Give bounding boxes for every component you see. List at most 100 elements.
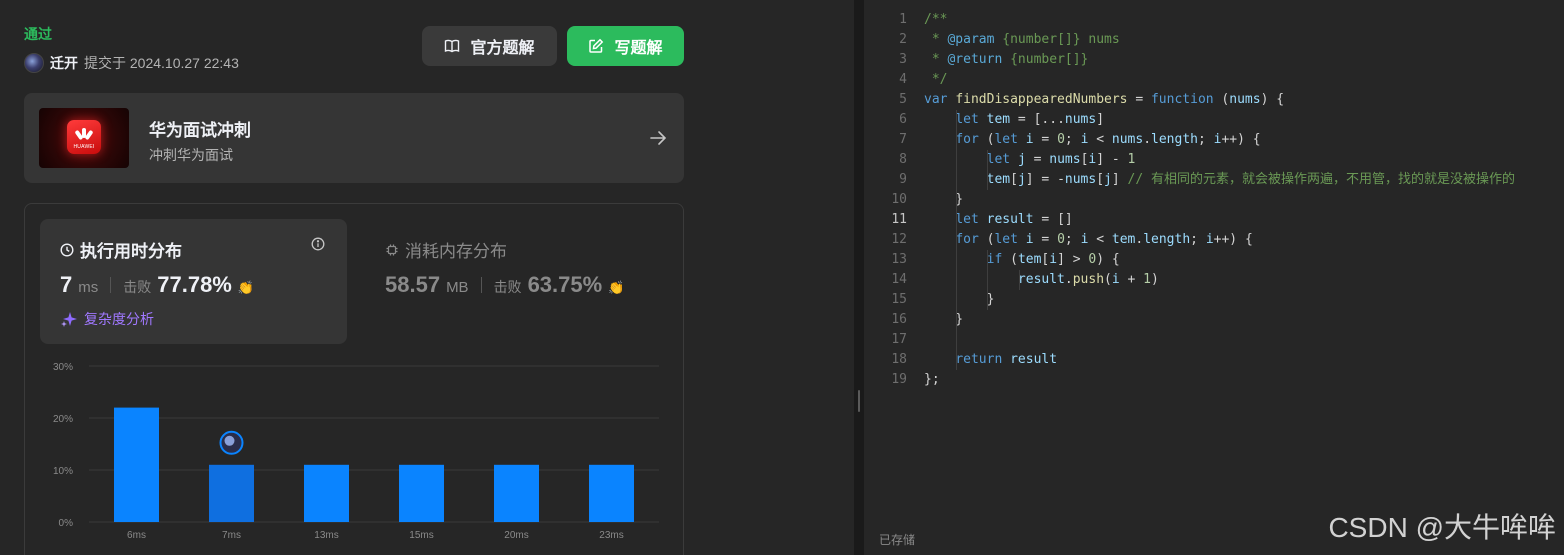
avatar[interactable] [24,53,44,73]
runtime-beat-percent: 77.78% [157,272,232,297]
resize-handle[interactable] [858,390,860,412]
line-number: 7 [899,132,907,147]
code-text: result.push(i + 1) [1017,272,1159,287]
clock-icon [60,242,74,257]
user-name[interactable]: 迁开 [50,53,78,73]
code-text: } [924,192,964,207]
clap-icon: 👏 [237,280,255,295]
runtime-card[interactable]: 执行用时分布 7 ms 击败 77.78% 👏 复杂度分析 [40,219,347,344]
line-number: 16 [891,312,907,327]
code-text: for (let i = 0; i < nums.length; i++) { [955,132,1261,147]
memory-beat-label: 击败 [493,279,522,295]
code-editor[interactable]: 1 /** 2 * @param {number[]} nums 3 * @retur… [864,0,1564,555]
memory-unit: MB [446,279,469,296]
indent-guide [987,250,988,310]
write-solution-button[interactable]: 写题解 [567,26,684,66]
code-text: * @param {number[]} nums [924,32,1120,47]
runtime-unit: ms [78,279,99,296]
line-number: 19 [891,372,907,387]
code-text: /** [924,12,948,27]
submitter-info: 迁开 提交于 2024.10.27 22:43 [24,53,239,73]
write-solution-label: 写题解 [614,40,663,57]
line-number: 18 [891,352,907,367]
code-text: var findDisappearedNumbers = function (n… [924,92,1285,107]
complexity-analysis-link[interactable]: 复杂度分析 [60,309,154,329]
submission-panel: 通过 迁开 提交于 2024.10.27 22:43 官方题解 写题解 HUAW… [0,0,854,555]
x-tick-label: 7ms [222,530,241,541]
runtime-value: 7 [60,272,73,297]
line-number: 12 [891,232,907,247]
memory-metric: 58.57 MB 击败 63.75% 👏 [385,272,624,298]
promo-subtitle: 冲刺华为面试 [149,147,233,163]
line-number: 17 [891,332,907,347]
x-tick-label: 20ms [504,530,528,541]
line-number: 14 [891,272,907,287]
code-text: tem[j] = -nums[j] // 有相同的元素，就会被操作两遍，不用管，… [986,172,1516,187]
runtime-metric: 7 ms 击败 77.78% 👏 [60,272,254,298]
chip-icon [386,244,398,255]
official-solution-button[interactable]: 官方题解 [422,26,557,66]
submission-status: 通过 [24,26,52,42]
line-number: 15 [891,292,907,307]
x-tick-label: 6ms [127,530,146,541]
official-solution-label: 官方题解 [470,40,535,57]
sparkle-icon [61,312,77,327]
y-tick-label: 0% [59,518,74,529]
indent-guide [987,150,988,190]
watermark: CSDN @大牛哞哞 [1328,512,1556,543]
huawei-logo-icon: HUAWEI [67,120,101,154]
line-number: 10 [891,192,907,207]
code-text: * @return {number[]} [924,52,1089,67]
submission-time: 提交于 2024.10.27 22:43 [84,55,239,71]
bar-13ms[interactable] [304,464,349,522]
bar-23ms[interactable] [589,464,634,522]
code-text: } [924,292,995,307]
performance-section: 执行用时分布 7 ms 击败 77.78% 👏 复杂度分析 消耗内存分布 58.… [24,203,684,555]
line-number: 6 [899,112,907,127]
bar-20ms[interactable] [494,464,539,522]
code-text: */ [924,72,948,87]
user-marker-avatar [219,430,244,455]
code-text: let tem = [...nums] [955,112,1105,127]
code-text: return result [955,352,1058,367]
memory-value: 58.57 [385,272,441,297]
bar-15ms[interactable] [399,464,444,522]
line-number: 11 [891,212,907,227]
memory-beat-percent: 63.75% [527,272,603,297]
code-text: } [924,312,964,327]
line-number: 8 [899,152,907,167]
promo-thumbnail: HUAWEI [39,108,129,168]
x-tick-label: 13ms [314,530,338,541]
code-text: for (let i = 0; i < tem.length; i++) { [955,232,1253,247]
x-tick-label: 15ms [409,530,433,541]
line-number: 5 [899,92,907,107]
line-number: 9 [899,172,907,187]
code-text: let result = [] [955,212,1073,227]
y-tick-label: 30% [53,362,73,373]
arrow-right-icon [650,131,667,145]
memory-title: 消耗内存分布 [385,237,507,262]
info-icon[interactable] [311,237,325,251]
chart-svg: 0% 10% 20% 30% 6ms 7ms 13ms 15ms 20ms 23ms [53,362,659,541]
runtime-distribution-chart: 0% 10% 20% 30% 6ms 7ms 13ms 15ms 20ms 23ms [25,354,685,554]
runtime-beat-label: 击败 [123,279,152,295]
code-text: if (tem[i] > 0) { [986,252,1120,267]
line-number: 4 [899,72,907,87]
line-number: 1 [899,12,907,27]
indent-guide [1019,270,1020,290]
indent-guide [956,110,957,370]
promo-card[interactable]: HUAWEI 华为面试冲刺 冲刺华为面试 [24,93,684,183]
book-icon [445,39,460,53]
line-number: 3 [899,52,907,67]
code-text: }; [924,372,940,387]
panel-divider[interactable] [854,0,864,555]
x-tick-label: 23ms [599,530,623,541]
y-tick-label: 20% [53,414,73,425]
bar-6ms[interactable] [114,407,159,522]
y-tick-label: 10% [53,466,73,477]
line-number: 13 [891,252,907,267]
memory-card[interactable]: 消耗内存分布 58.57 MB 击败 63.75% 👏 [365,219,665,344]
bar-7ms[interactable] [209,464,254,522]
promo-title: 华为面试冲刺 [149,121,251,140]
runtime-title: 执行用时分布 [60,237,182,262]
